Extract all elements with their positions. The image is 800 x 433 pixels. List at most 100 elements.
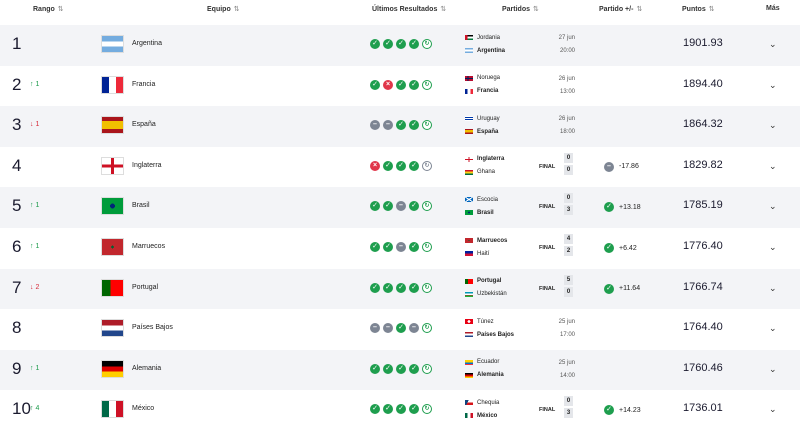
header-points[interactable]: Puntos ⇅ [682, 5, 715, 14]
upcoming-icon[interactable]: ↻ [422, 363, 432, 374]
upcoming-icon[interactable]: ↻ [422, 323, 432, 334]
win-icon[interactable]: ✓ [396, 404, 406, 415]
win-icon[interactable]: ✓ [383, 363, 393, 374]
win-icon[interactable]: ✓ [409, 160, 419, 171]
ranking-table: Rango ⇅ Equipo ⇅ Últimos Resultados ⇅ Pa… [0, 0, 800, 433]
draw-icon[interactable]: – [383, 323, 393, 334]
win-icon[interactable]: ✓ [409, 363, 419, 374]
draw-icon[interactable]: – [396, 242, 406, 252]
sort-icon[interactable]: ⇅ [636, 5, 642, 13]
draw-icon[interactable]: – [409, 323, 419, 334]
win-icon[interactable]: ✓ [409, 282, 419, 293]
chevron-down-icon[interactable]: ⌄ [769, 120, 777, 131]
win-icon[interactable]: ✓ [370, 201, 380, 212]
team-name[interactable]: Argentina [132, 40, 162, 47]
draw-icon[interactable]: – [370, 323, 380, 334]
chevron-down-icon[interactable]: ⌄ [769, 201, 777, 212]
table-row[interactable]: 2 ↑ 1 Francia ✓ × ✓ ✓ ↻ Noruega Francia 26 jun 13:0… [0, 65, 800, 107]
upcoming-icon[interactable]: ↻ [422, 404, 432, 415]
table-row[interactable]: 6 ↑ 1 Marruecos ✓ ✓ – ✓ ↻ Marruecos Haití FINAL 4 2 ✓… [0, 228, 800, 269]
team-name[interactable]: Portugal [132, 284, 158, 291]
win-icon[interactable]: ✓ [409, 79, 419, 90]
win-icon[interactable]: ✓ [370, 363, 380, 374]
table-row[interactable]: 9 ↑ 1 Alemania ✓ ✓ ✓ ✓ ↻ Ecuador Alemania 25 jun 14… [0, 349, 800, 391]
win-icon[interactable]: ✓ [396, 282, 406, 293]
win-icon[interactable]: ✓ [383, 201, 393, 212]
win-icon[interactable]: ✓ [396, 363, 406, 374]
upcoming-icon[interactable]: ↻ [422, 160, 432, 171]
chevron-down-icon[interactable]: ⌄ [769, 364, 777, 375]
win-icon[interactable]: ✓ [396, 160, 406, 171]
sort-icon[interactable]: ⇅ [533, 5, 539, 13]
team-name[interactable]: Marruecos [132, 243, 165, 250]
win-icon[interactable]: ✓ [370, 404, 380, 415]
team-name[interactable]: Francia [132, 81, 155, 88]
chevron-down-icon[interactable]: ⌄ [769, 161, 777, 172]
upcoming-icon[interactable]: ↻ [422, 282, 432, 293]
win-icon[interactable]: ✓ [383, 404, 393, 415]
header-results[interactable]: Últimos Resultados ⇅ [372, 5, 446, 14]
sort-icon[interactable]: ⇅ [234, 5, 240, 13]
chevron-down-icon[interactable]: ⌄ [769, 80, 777, 91]
header-team[interactable]: Equipo ⇅ [207, 5, 240, 14]
win-icon[interactable]: ✓ [409, 39, 419, 49]
match-date: 26 jun [558, 75, 575, 82]
upcoming-icon[interactable]: ↻ [422, 201, 432, 212]
loss-icon[interactable]: × [370, 160, 380, 171]
team-name[interactable]: Brasil [132, 202, 150, 209]
win-icon[interactable]: ✓ [409, 120, 419, 131]
draw-icon[interactable]: – [370, 120, 380, 131]
table-row[interactable]: 5 ↑ 1 Brasil ✓ ✓ – ✓ ↻ Escocia Brasil FINAL 0 3 ✓ +13.… [0, 187, 800, 228]
team-name[interactable]: Inglaterra [132, 162, 162, 169]
match-scores: 50 [564, 274, 573, 297]
chevron-down-icon[interactable]: ⌄ [769, 283, 777, 294]
win-icon[interactable]: ✓ [370, 282, 380, 293]
win-icon[interactable]: ✓ [409, 242, 419, 252]
header-delta[interactable]: Partido +/- ⇅ [599, 5, 642, 14]
table-row[interactable]: 10 ↑ 4 México ✓ ✓ ✓ ✓ ↻ Chequia México FINAL 0 3 ✓ +14… [0, 390, 800, 431]
draw-icon[interactable]: – [396, 201, 406, 212]
header-matches[interactable]: Partidos ⇅ [502, 5, 539, 14]
upcoming-icon[interactable]: ↻ [422, 39, 432, 49]
win-icon[interactable]: ✓ [383, 39, 393, 49]
table-row[interactable]: 8 Países Bajos – – ✓ – ↻ Túnez Países Bajos 25 ju… [0, 309, 800, 350]
table-row[interactable]: 7 ↓ 2 Portugal ✓ ✓ ✓ ✓ ↻ Portugal Uzbekistán FINAL… [0, 268, 800, 310]
upcoming-icon[interactable]: ↻ [422, 79, 432, 90]
win-icon[interactable]: ✓ [409, 404, 419, 415]
sort-icon[interactable]: ⇅ [440, 5, 446, 13]
upcoming-icon[interactable]: ↻ [422, 120, 432, 131]
win-icon[interactable]: ✓ [370, 242, 380, 252]
team-name[interactable]: México [132, 405, 154, 412]
loss-icon[interactable]: × [383, 79, 393, 90]
win-icon[interactable]: ✓ [370, 39, 380, 49]
win-icon[interactable]: ✓ [396, 79, 406, 90]
table-row[interactable]: 3 ↓ 1 España – – ✓ ✓ ↻ Uruguay España 26 jun 18:00 1… [0, 106, 800, 147]
table-row[interactable]: 1 Argentina ✓ ✓ ✓ ✓ ↻ Jordania Argentina 27 jun 20… [0, 25, 800, 66]
win-icon[interactable]: ✓ [396, 120, 406, 131]
team-name[interactable]: España [132, 121, 156, 128]
win-icon[interactable]: ✓ [383, 242, 393, 252]
table-row[interactable]: 4 Inglaterra × ✓ ✓ ✓ ↻ Inglaterra Ghana FINAL 0 0– -… [0, 146, 800, 188]
team-name[interactable]: Alemania [132, 365, 161, 372]
team-name[interactable]: Países Bajos [132, 324, 173, 331]
upcoming-icon[interactable]: ↻ [422, 242, 432, 252]
chevron-down-icon[interactable]: ⌄ [769, 242, 777, 253]
win-icon[interactable]: ✓ [409, 201, 419, 212]
header-matches-label: Partidos [502, 5, 531, 13]
win-icon: ✓ [604, 243, 614, 253]
team-flag [101, 319, 124, 338]
sort-icon[interactable]: ⇅ [58, 5, 64, 13]
chevron-down-icon[interactable]: ⌄ [769, 39, 777, 50]
win-icon[interactable]: ✓ [383, 282, 393, 293]
draw-icon[interactable]: – [383, 120, 393, 131]
score-home: 0 [564, 396, 573, 407]
win-icon[interactable]: ✓ [383, 160, 393, 171]
delta-value: +14.23 [619, 406, 641, 414]
sort-icon[interactable]: ⇅ [709, 5, 715, 13]
chevron-down-icon[interactable]: ⌄ [769, 404, 777, 415]
chevron-down-icon[interactable]: ⌄ [769, 323, 777, 334]
header-rank[interactable]: Rango ⇅ [33, 5, 64, 14]
win-icon[interactable]: ✓ [396, 39, 406, 49]
win-icon[interactable]: ✓ [370, 79, 380, 90]
win-icon[interactable]: ✓ [396, 323, 406, 334]
